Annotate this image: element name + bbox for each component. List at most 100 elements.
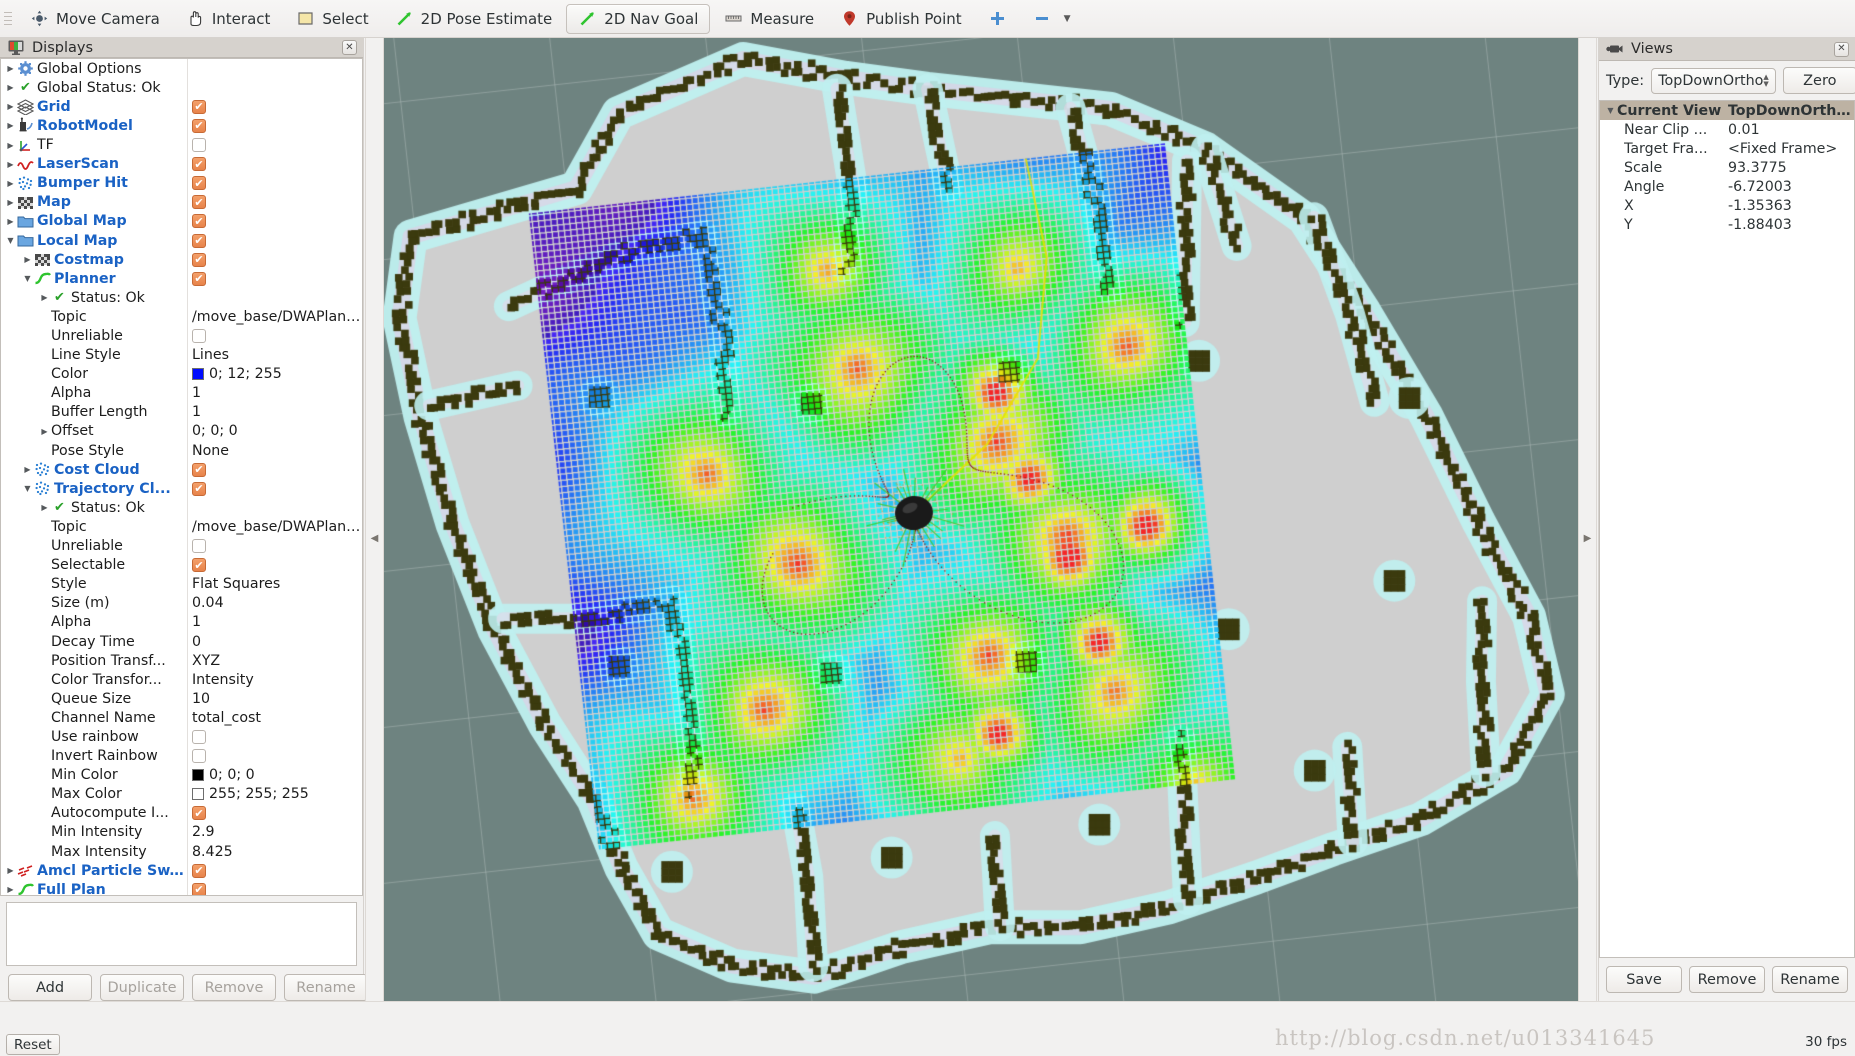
views-property-value[interactable]: <Fixed Frame>: [1724, 141, 1854, 157]
views-property-value[interactable]: 0.01: [1724, 122, 1854, 138]
display-row-value[interactable]: Lines: [187, 346, 362, 365]
toolbar-button-move-camera[interactable]: Move Camera: [18, 4, 172, 34]
toolbar-button-measure[interactable]: Measure: [712, 4, 826, 34]
chevron-right-icon[interactable]: ▶: [4, 121, 17, 130]
display-tree-row[interactable]: ▶ Bumper Hit ✔: [1, 174, 362, 193]
chevron-right-icon[interactable]: ▶: [4, 179, 17, 188]
views-tree-row[interactable]: Scale 93.3775: [1600, 158, 1854, 177]
display-row-value[interactable]: 0; 0; 0: [187, 422, 362, 441]
display-row-value[interactable]: Flat Squares: [187, 575, 362, 594]
checkbox-unchecked-icon[interactable]: [192, 730, 206, 744]
display-tree-row[interactable]: ▶Selectable✔: [1, 556, 362, 575]
displays-close-button[interactable]: ✕: [342, 40, 357, 55]
color-swatch[interactable]: [192, 769, 204, 781]
display-tree-row[interactable]: ▶Min Intensity2.9: [1, 823, 362, 842]
collapse-right-icon[interactable]: ▶: [1584, 533, 1592, 544]
display-row-value[interactable]: 0.04: [187, 594, 362, 613]
display-row-value[interactable]: ✔: [187, 116, 362, 135]
display-tree-row[interactable]: ▶Line StyleLines: [1, 346, 362, 365]
views-tree-row[interactable]: Angle -6.72003: [1600, 177, 1854, 196]
display-tree-row[interactable]: ▶Alpha1: [1, 384, 362, 403]
views-tree-row[interactable]: X -1.35363: [1600, 196, 1854, 215]
display-tree-row[interactable]: ▶Use rainbow: [1, 727, 362, 746]
chevron-right-icon[interactable]: ▶: [4, 217, 17, 226]
chevron-right-icon[interactable]: ▶: [4, 64, 17, 73]
display-row-value[interactable]: 10: [187, 689, 362, 708]
display-row-value[interactable]: ✔: [187, 861, 362, 880]
checkbox-checked-icon[interactable]: ✔: [192, 482, 206, 496]
display-row-value[interactable]: /move_base/DWAPlann...: [187, 517, 362, 536]
display-row-value[interactable]: ✔: [187, 193, 362, 212]
display-tree-row[interactable]: ▶Max Color255; 255; 255: [1, 785, 362, 804]
chevron-right-icon[interactable]: ▶: [4, 885, 17, 894]
add-display-button[interactable]: Add: [8, 974, 92, 1001]
display-row-value[interactable]: ✔: [187, 880, 362, 896]
display-row-value[interactable]: ✔: [187, 479, 362, 498]
display-row-value[interactable]: [187, 326, 362, 345]
views-property-value[interactable]: TopDownOrtho ...: [1724, 103, 1854, 119]
display-tree-row[interactable]: ▶ Amcl Particle Sw... ✔: [1, 861, 362, 880]
display-row-value[interactable]: 1: [187, 384, 362, 403]
display-tree-row[interactable]: ▶ RobotModel ✔: [1, 116, 362, 135]
views-tree-row[interactable]: Y -1.88403: [1600, 216, 1854, 235]
display-tree-row[interactable]: ▶Size (m)0.04: [1, 594, 362, 613]
views-property-value[interactable]: -1.88403: [1724, 217, 1854, 233]
checkbox-checked-icon[interactable]: ✔: [192, 176, 206, 190]
display-tree-row[interactable]: ▶Max Intensity8.425: [1, 842, 362, 861]
display-tree-row[interactable]: ▶Unreliable: [1, 537, 362, 556]
left-splitter-handle[interactable]: ◀: [365, 38, 384, 1039]
checkbox-checked-icon[interactable]: ✔: [192, 119, 206, 133]
display-row-value[interactable]: ✔: [187, 269, 362, 288]
display-row-value[interactable]: 1: [187, 613, 362, 632]
chevron-right-icon[interactable]: ▶: [4, 198, 17, 207]
display-row-value[interactable]: ✔: [187, 174, 362, 193]
collapse-left-icon[interactable]: ◀: [371, 533, 379, 544]
remove-tool-button[interactable]: ▼: [1021, 4, 1083, 34]
chevron-down-icon[interactable]: ▼: [21, 274, 34, 283]
views-tree-row[interactable]: ▼ Current View TopDownOrtho ...: [1600, 101, 1854, 120]
display-row-value[interactable]: [187, 136, 362, 155]
display-row-value[interactable]: [187, 747, 362, 766]
display-tree-row[interactable]: ▶Invert Rainbow: [1, 747, 362, 766]
display-tree-row[interactable]: ▶ Cost Cloud ✔: [1, 460, 362, 479]
display-tree-row[interactable]: ▶Position Transf...XYZ: [1, 651, 362, 670]
display-tree-row[interactable]: ▶Min Color0; 0; 0: [1, 766, 362, 785]
display-tree-row[interactable]: ▶ Global Map ✔: [1, 212, 362, 231]
display-tree-row[interactable]: ▶Decay Time0: [1, 632, 362, 651]
display-tree-row[interactable]: ▶ Global Options: [1, 59, 362, 78]
checkbox-checked-icon[interactable]: ✔: [192, 253, 206, 267]
remove-view-button[interactable]: Remove: [1689, 966, 1765, 993]
zero-button[interactable]: Zero: [1783, 67, 1855, 94]
chevron-down-icon[interactable]: ▼: [1064, 14, 1071, 24]
display-tree-row[interactable]: ▶Alpha1: [1, 613, 362, 632]
display-tree-row[interactable]: ▶ ✔ Global Status: Ok: [1, 78, 362, 97]
display-tree-row[interactable]: ▶Unreliable: [1, 326, 362, 345]
chevron-right-icon[interactable]: ▶: [4, 866, 17, 875]
display-tree-row[interactable]: ▶Pose StyleNone: [1, 441, 362, 460]
display-row-value[interactable]: 0; 0; 0: [187, 766, 362, 785]
display-row-value[interactable]: ✔: [187, 804, 362, 823]
display-tree-row[interactable]: ▶Buffer Length1: [1, 403, 362, 422]
display-row-value[interactable]: 8.425: [187, 842, 362, 861]
checkbox-checked-icon[interactable]: ✔: [192, 234, 206, 248]
display-row-value[interactable]: ✔: [187, 250, 362, 269]
display-row-value[interactable]: None: [187, 441, 362, 460]
display-tree-row[interactable]: ▶ ✔ Status: Ok: [1, 288, 362, 307]
display-row-value[interactable]: Intensity: [187, 670, 362, 689]
chevron-right-icon[interactable]: ▶: [4, 102, 17, 111]
views-property-tree[interactable]: ▼ Current View TopDownOrtho ... Near Clip .…: [1599, 100, 1855, 958]
display-tree-row[interactable]: ▶ Offset 0; 0; 0: [1, 422, 362, 441]
display-tree-row[interactable]: ▼ Planner ✔: [1, 269, 362, 288]
toolbar-button-2d-nav-goal[interactable]: 2D Nav Goal: [566, 4, 710, 34]
checkbox-checked-icon[interactable]: ✔: [192, 558, 206, 572]
views-tree-row[interactable]: Near Clip ... 0.01: [1600, 120, 1854, 139]
display-tree-row[interactable]: ▶Autocompute I...✔: [1, 804, 362, 823]
display-row-value[interactable]: 2.9: [187, 823, 362, 842]
display-tree-row[interactable]: ▶Topic/move_base/DWAPlann...: [1, 517, 362, 536]
checkbox-unchecked-icon[interactable]: [192, 539, 206, 553]
display-tree-row[interactable]: ▼ Trajectory Cl... ✔: [1, 479, 362, 498]
checkbox-checked-icon[interactable]: ✔: [192, 195, 206, 209]
toolbar-grip[interactable]: [4, 8, 14, 30]
rename-view-button[interactable]: Rename: [1772, 966, 1848, 993]
display-tree-row[interactable]: ▶Color Transfor...Intensity: [1, 670, 362, 689]
